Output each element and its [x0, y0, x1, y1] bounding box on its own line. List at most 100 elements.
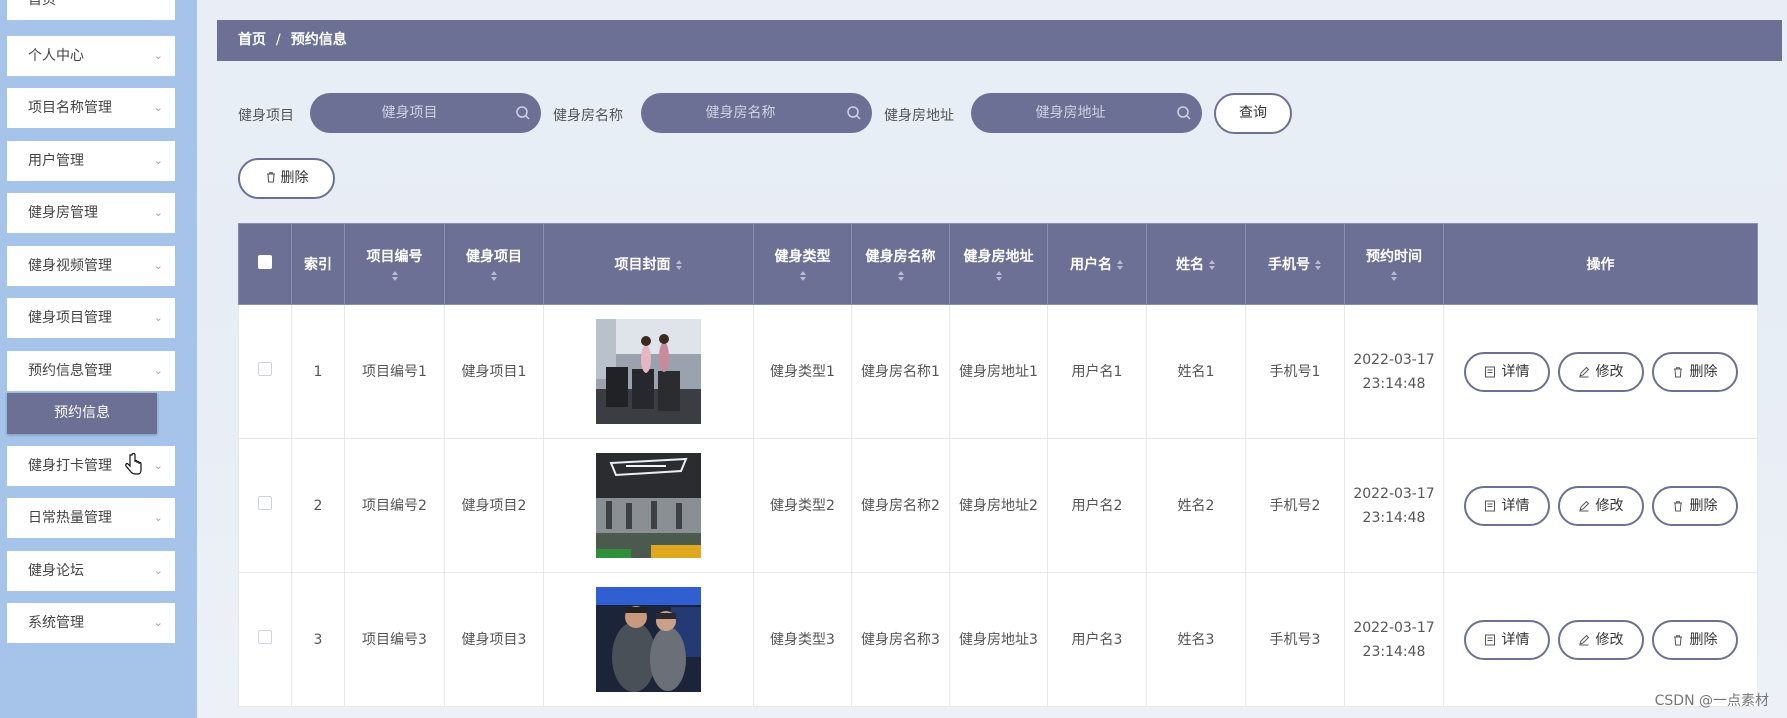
select-all-checkbox[interactable]: [258, 255, 272, 269]
pencil-icon: [1578, 634, 1589, 645]
delete-button[interactable]: 删除: [1651, 351, 1738, 392]
sidebar-item-users[interactable]: 用户管理 ⌄: [7, 141, 175, 181]
sidebar-item-label: 系统管理: [28, 615, 84, 631]
header-type[interactable]: 健身类型: [753, 223, 852, 305]
search-label-gym-name: 健身房名称: [553, 108, 623, 124]
chevron-down-icon: ⌄: [153, 49, 163, 62]
cell-code: 项目编号1: [344, 304, 445, 439]
header-actions: 操作: [1443, 223, 1758, 305]
header-index: 索引: [291, 223, 345, 305]
cell-phone: 手机号2: [1245, 438, 1345, 573]
sidebar-item-checkin[interactable]: 健身打卡管理 ⌄: [7, 446, 175, 486]
sort-icon[interactable]: [490, 270, 498, 282]
chevron-down-icon: ⌄: [153, 616, 163, 629]
cell-cover: [543, 572, 754, 707]
trash-icon: [1673, 366, 1682, 377]
header-cover[interactable]: 项目封面: [543, 223, 754, 305]
header-gym-name[interactable]: 健身房名称: [851, 223, 950, 305]
sort-icon[interactable]: [897, 270, 905, 282]
detail-button[interactable]: 详情: [1463, 485, 1550, 526]
search-input-item[interactable]: 健身项目: [310, 93, 541, 133]
sidebar-item-reservations[interactable]: 预约信息管理 ⌄: [7, 351, 175, 391]
sort-icon[interactable]: [1390, 270, 1398, 282]
sidebar-item-label: 用户管理: [28, 153, 84, 169]
sidebar-item-fitness-projects[interactable]: 健身项目管理 ⌄: [7, 298, 175, 338]
header-time[interactable]: 预约时间: [1344, 223, 1444, 305]
document-icon: [1484, 500, 1495, 511]
cell-gym-address: 健身房地址1: [949, 304, 1048, 439]
sidebar-item-label: 健身视频管理: [28, 258, 112, 274]
edit-button[interactable]: 修改: [1557, 351, 1644, 392]
sidebar: 首页 个人中心 ⌄ 项目名称管理 ⌄ 用户管理 ⌄ 健身房管理 ⌄ 健身视频管理 ⌄ 健身…: [0, 0, 197, 718]
cover-image-gym-hall: [596, 453, 701, 558]
batch-delete-button[interactable]: 删除: [238, 158, 335, 199]
sort-icon[interactable]: [1314, 259, 1322, 271]
sort-icon[interactable]: [799, 270, 807, 282]
sidebar-item-videos[interactable]: 健身视频管理 ⌄: [7, 246, 175, 286]
document-icon: [1484, 366, 1495, 377]
cell-phone: 手机号3: [1245, 572, 1345, 707]
cell-cover: [543, 438, 754, 573]
delete-button[interactable]: 删除: [1651, 619, 1738, 660]
sort-icon[interactable]: [995, 270, 1003, 282]
edit-button[interactable]: 修改: [1557, 485, 1644, 526]
sidebar-item-system[interactable]: 系统管理 ⌄: [7, 603, 175, 643]
sidebar-item-home[interactable]: 首页: [7, 0, 175, 20]
sidebar-item-calories[interactable]: 日常热量管理 ⌄: [7, 498, 175, 538]
sidebar-subitem-reservation-info[interactable]: 预约信息: [7, 393, 157, 434]
chevron-down-icon: ⌄: [153, 564, 163, 577]
sidebar-item-label: 日常热量管理: [28, 510, 112, 526]
header-gym-address[interactable]: 健身房地址: [949, 223, 1048, 305]
row-select-cell[interactable]: [238, 438, 292, 573]
sidebar-item-label: 首页: [28, 0, 56, 8]
trash-icon: [1673, 634, 1682, 645]
chevron-down-icon: ⌄: [153, 511, 163, 524]
table-row: 2 项目编号2 健身项目2 健身类型2 健身房名称2 健身房地址2 用户名2 姓…: [238, 438, 1758, 573]
sidebar-item-label: 健身项目管理: [28, 310, 112, 326]
chevron-down-icon: ⌄: [153, 259, 163, 272]
chevron-down-icon: ⌄: [153, 364, 163, 377]
row-select-cell[interactable]: [238, 572, 292, 707]
search-input-gym-address[interactable]: 健身房地址: [971, 93, 1202, 133]
breadcrumb-home[interactable]: 首页: [238, 32, 266, 48]
cell-cover: [543, 304, 754, 439]
sidebar-item-forum[interactable]: 健身论坛 ⌄: [7, 551, 175, 591]
sidebar-item-gyms[interactable]: 健身房管理 ⌄: [7, 193, 175, 233]
row-checkbox[interactable]: [258, 629, 272, 644]
header-phone[interactable]: 手机号: [1245, 223, 1345, 305]
detail-button[interactable]: 详情: [1463, 351, 1550, 392]
sort-icon[interactable]: [1208, 259, 1216, 271]
edit-button[interactable]: 修改: [1557, 619, 1644, 660]
row-select-cell[interactable]: [238, 304, 292, 439]
sort-icon[interactable]: [391, 270, 399, 282]
sort-icon[interactable]: [1116, 259, 1124, 271]
detail-button[interactable]: 详情: [1463, 619, 1550, 660]
row-checkbox[interactable]: [258, 495, 272, 510]
search-input-gym-name[interactable]: 健身房名称: [641, 93, 872, 133]
row-checkbox[interactable]: [258, 361, 272, 376]
sidebar-item-label: 健身打卡管理: [28, 458, 112, 474]
trash-icon: [266, 172, 275, 183]
search-icon: [847, 106, 861, 120]
header-project-code[interactable]: 项目编号: [344, 223, 445, 305]
cell-gym-address: 健身房地址2: [949, 438, 1048, 573]
select-all-cell[interactable]: [238, 223, 292, 305]
sidebar-item-personal-center[interactable]: 个人中心 ⌄: [7, 36, 175, 76]
cell-time: 2022-03-17 23:14:48: [1344, 572, 1444, 707]
sidebar-item-project-name[interactable]: 项目名称管理 ⌄: [7, 88, 175, 128]
table-row: 1 项目编号1 健身项目1 健身类型1 健身房名称1 健身房地址1 用户名1 姓…: [238, 304, 1758, 439]
search-placeholder: 健身项目: [381, 105, 438, 121]
search-label-gym-address: 健身房地址: [884, 108, 954, 124]
cell-index: 2: [291, 438, 345, 573]
search-placeholder: 健身房名称: [705, 105, 776, 121]
query-button[interactable]: 查询: [1214, 93, 1292, 134]
header-fitness-item[interactable]: 健身项目: [444, 223, 544, 305]
cell-item: 健身项目1: [444, 304, 544, 439]
sort-icon[interactable]: [675, 259, 683, 271]
header-username[interactable]: 用户名: [1047, 223, 1147, 305]
header-name[interactable]: 姓名: [1146, 223, 1246, 305]
chevron-down-icon: ⌄: [153, 101, 163, 114]
cell-time: 2022-03-17 23:14:48: [1344, 304, 1444, 439]
delete-button[interactable]: 删除: [1651, 485, 1738, 526]
cell-code: 项目编号3: [344, 572, 445, 707]
